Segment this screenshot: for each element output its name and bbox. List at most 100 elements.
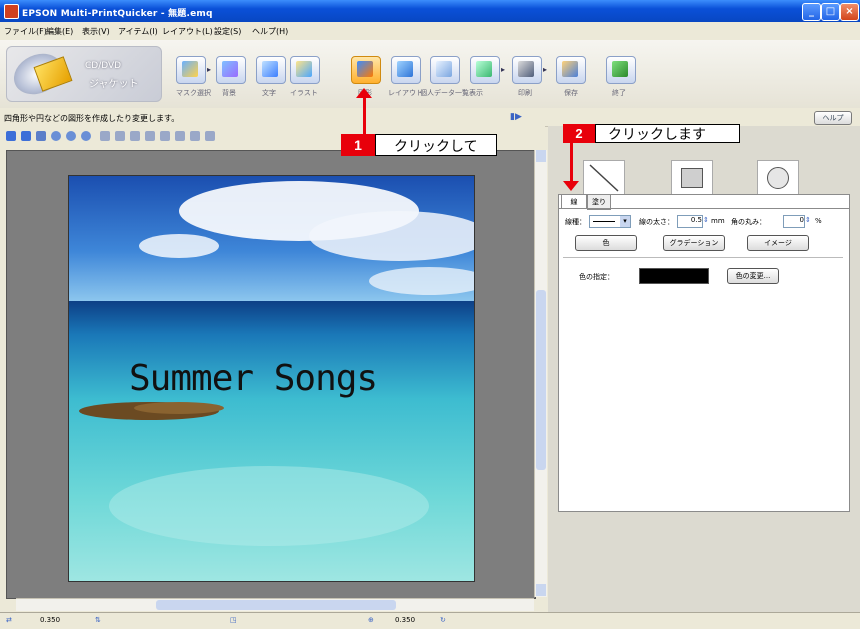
ungroup-icon[interactable] [130, 131, 140, 141]
maximize-button[interactable]: □ [821, 3, 840, 21]
layout-button[interactable] [391, 56, 421, 84]
change-color-button[interactable]: 色の変更... [727, 268, 779, 284]
print-button[interactable] [512, 56, 542, 84]
color-button[interactable]: 色 [575, 235, 637, 251]
hint-text: 四角形や円などの図形を作成したり変更します。 [4, 114, 180, 123]
color-swatch [639, 268, 709, 284]
background-icon [222, 61, 238, 77]
flip-icon[interactable] [190, 131, 200, 141]
arrow-icon: ▸ [543, 65, 548, 74]
logo-line2: ジャケット [89, 79, 139, 90]
label-text: 文字 [262, 89, 276, 97]
callout2-arrow [570, 143, 573, 181]
layout-icon [397, 61, 413, 77]
menu-item[interactable]: アイテム(I) [118, 26, 158, 37]
group-icon[interactable] [115, 131, 125, 141]
status-bar: ⇄ 0.350 ⇅ ◳ ⊕ 0.350 ↻ [0, 612, 860, 629]
window-title: EPSON Multi-PrintQuicker - 無題.emq [22, 9, 213, 19]
rectangle-shape-button[interactable] [671, 160, 713, 196]
label-mask: マスク選択 [176, 89, 211, 97]
corner-label: 角の丸み： [731, 218, 766, 226]
personal-data-button[interactable] [430, 56, 460, 84]
line-width-unit: mm [711, 217, 725, 225]
ellipse-icon [767, 167, 789, 189]
jacket-page[interactable]: Summer Songs [68, 175, 475, 582]
page-title-text[interactable]: Summer Songs [129, 358, 378, 399]
menu-settings[interactable]: 設定(S) [214, 26, 241, 37]
arrow-icon: ▸ [501, 65, 506, 74]
zoom-out-icon[interactable] [66, 131, 76, 141]
line-icon [589, 164, 619, 192]
data-list-icon [476, 61, 492, 77]
close-button[interactable]: × [840, 3, 859, 21]
line-width-spinner-icon[interactable]: ⇕ [703, 216, 709, 224]
exit-icon [612, 61, 628, 77]
mask-select-button[interactable] [176, 56, 206, 84]
horizontal-scroll-thumb[interactable] [156, 600, 396, 610]
callout1-text: クリックして [375, 134, 497, 156]
text-button[interactable] [256, 56, 286, 84]
line-shape-button[interactable] [583, 160, 625, 196]
line-sample [593, 221, 615, 222]
menu-file[interactable]: ファイル(F) [4, 26, 47, 37]
align-icon[interactable] [100, 131, 110, 141]
scroll-up-icon[interactable] [536, 150, 546, 162]
delete-icon[interactable] [36, 131, 46, 141]
vertical-scroll-thumb[interactable] [536, 290, 546, 470]
rotate-icon[interactable] [175, 131, 185, 141]
lock-icon[interactable] [205, 131, 215, 141]
save-button[interactable] [556, 56, 586, 84]
status-x: 0.350 [40, 616, 61, 624]
text-icon [262, 61, 278, 77]
title-bar: EPSON Multi-PrintQuicker - 無題.emq _ □ × [0, 0, 860, 22]
vertical-scrollbar[interactable] [534, 150, 547, 597]
minimize-button[interactable]: _ [802, 3, 821, 21]
menu-layout[interactable]: レイアウト(L) [162, 26, 213, 37]
line-type-select[interactable]: ▾ [589, 215, 631, 228]
arrow-icon: ▸ [207, 65, 212, 74]
front-icon[interactable] [145, 131, 155, 141]
label-save: 保存 [564, 89, 578, 97]
fit-icon[interactable] [81, 131, 91, 141]
menu-edit[interactable]: 編集(E) [46, 26, 73, 37]
help-button[interactable]: ヘルプ [814, 111, 852, 125]
menu-help[interactable]: ヘルプ(H) [252, 26, 288, 37]
corner-spinner-icon[interactable]: ⇕ [805, 216, 811, 224]
callout2-number: 2 [563, 124, 595, 143]
redo-icon[interactable] [21, 131, 31, 141]
x-coord-icon: ⇄ [6, 616, 12, 624]
corner-input[interactable]: 0 [783, 215, 805, 228]
zoom-in-icon[interactable] [51, 131, 61, 141]
menu-view[interactable]: 表示(V) [82, 26, 110, 37]
save-icon [562, 61, 578, 77]
line-width-input[interactable]: 0.5 [677, 215, 703, 228]
exit-button[interactable] [606, 56, 636, 84]
label-print: 印刷 [518, 89, 532, 97]
app-icon [4, 4, 19, 19]
line-type-label: 線種： [565, 218, 586, 226]
background-button[interactable] [216, 56, 246, 84]
label-illustration: イラスト [290, 89, 318, 97]
data-list-button[interactable] [470, 56, 500, 84]
logo-line1: CD/DVD [85, 61, 122, 71]
collapse-panel-icon[interactable]: ▮▶ [510, 112, 522, 122]
undo-icon[interactable] [6, 131, 16, 141]
illustration-icon [296, 61, 312, 77]
ellipse-shape-button[interactable] [757, 160, 799, 196]
image-button[interactable]: イメージ [747, 235, 809, 251]
gradation-button[interactable]: グラデーション [663, 235, 725, 251]
shape-button[interactable] [351, 56, 381, 84]
chevron-down-icon[interactable]: ▾ [620, 216, 630, 227]
back-icon[interactable] [160, 131, 170, 141]
menu-bar: ファイル(F) 編集(E) 表示(V) アイテム(I) レイアウト(L) 設定(… [0, 22, 860, 41]
illustration-button[interactable] [290, 56, 320, 84]
y-coord-icon: ⇅ [95, 616, 101, 624]
label-exit: 終了 [612, 89, 626, 97]
horizontal-scrollbar[interactable] [16, 598, 534, 611]
tab-line[interactable]: 線 [561, 194, 587, 209]
scroll-down-icon[interactable] [536, 584, 546, 596]
zoom-icon: ⊕ [368, 616, 374, 624]
properties-box: 線 塗り 線種： ▾ 線の太さ： 0.5 ⇕ mm 角の丸み： 0 ⇕ % 色 … [558, 194, 850, 512]
callout2-text: クリックします [595, 124, 740, 143]
tab-divider [559, 208, 849, 209]
